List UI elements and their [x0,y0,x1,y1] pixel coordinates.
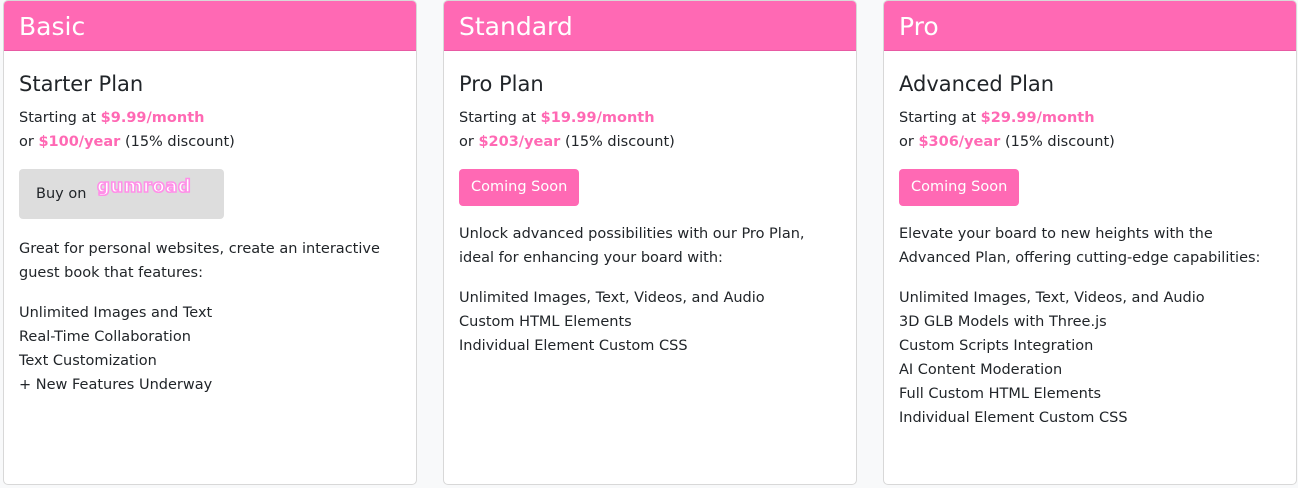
yearly-price-line: or $203/year (15% discount) [459,130,841,154]
monthly-price: $9.99/month [100,110,205,126]
yearly-price: $203/year [478,134,561,150]
or-label: or [899,134,914,150]
yearly-price: $306/year [918,134,1001,150]
plan-name: Advanced Plan [899,72,1055,96]
feature-item: + New Features Underway [19,377,213,393]
feature-list: Unlimited Images, Text, Videos, and Audi… [459,286,841,358]
feature-item: Unlimited Images, Text, Videos, and Audi… [459,290,765,306]
feature-item: Custom HTML Elements [459,314,632,330]
feature-item: Real-Time Collaboration [19,329,191,345]
monthly-price: $29.99/month [980,110,1095,126]
monthly-price-line: Starting at $9.99/month [19,106,401,130]
discount-note: (15% discount) [564,134,675,150]
monthly-price-line: Starting at $19.99/month [459,106,841,130]
pricing-row: Basic Starter Plan Starting at $9.99/mon… [0,0,1298,488]
buy-on-label: Buy on [36,186,87,202]
plan-description: Great for personal websites, create an i… [19,241,380,281]
or-label: or [459,134,474,150]
plan-tier-header: Standard [444,1,856,51]
gumroad-logo-icon: gumroad [96,167,213,217]
coming-soon-button[interactable]: Coming Soon [899,169,1020,206]
feature-list: Unlimited Images and Text Real-Time Coll… [19,301,401,397]
plan-card-basic: Basic Starter Plan Starting at $9.99/mon… [3,0,417,485]
feature-item: Unlimited Images, Text, Videos, and Audi… [899,290,1205,306]
starting-at-label: Starting at [459,110,537,126]
buy-on-gumroad-button[interactable]: Buy on gumroad [19,169,224,219]
feature-item: 3D GLB Models with Three.js [899,314,1107,330]
plan-card-body: Pro Plan Starting at $19.99/month or $20… [444,51,856,358]
plan-name: Starter Plan [19,72,144,96]
feature-item: Unlimited Images and Text [19,305,213,321]
plan-tier-header: Basic [4,1,416,51]
plan-tier-header: Pro [884,1,1296,51]
starting-at-label: Starting at [899,110,977,126]
discount-note: (15% discount) [124,134,235,150]
feature-item: Individual Element Custom CSS [459,338,688,354]
gumroad-wordmark: gumroad [97,176,191,196]
feature-item: Individual Element Custom CSS [899,410,1128,426]
yearly-price-line: or $306/year (15% discount) [899,130,1281,154]
plan-card-body: Starter Plan Starting at $9.99/month or … [4,51,416,397]
feature-item: Custom Scripts Integration [899,338,1094,354]
or-label: or [19,134,34,150]
monthly-price: $19.99/month [540,110,655,126]
plan-description: Unlock advanced possibilities with our P… [459,226,805,266]
plan-name: Pro Plan [459,72,544,96]
plan-card-standard: Standard Pro Plan Starting at $19.99/mon… [443,0,857,485]
monthly-price-line: Starting at $29.99/month [899,106,1281,130]
plan-description: Elevate your board to new heights with t… [899,226,1261,266]
feature-list: Unlimited Images, Text, Videos, and Audi… [899,286,1281,430]
feature-item: AI Content Moderation [899,362,1063,378]
plan-card-pro: Pro Advanced Plan Starting at $29.99/mon… [883,0,1297,485]
yearly-price: $100/year [38,134,121,150]
feature-item: Full Custom HTML Elements [899,386,1102,402]
starting-at-label: Starting at [19,110,97,126]
plan-card-body: Advanced Plan Starting at $29.99/month o… [884,51,1296,430]
coming-soon-button[interactable]: Coming Soon [459,169,580,206]
yearly-price-line: or $100/year (15% discount) [19,130,401,154]
feature-item: Text Customization [19,353,157,369]
discount-note: (15% discount) [1004,134,1115,150]
